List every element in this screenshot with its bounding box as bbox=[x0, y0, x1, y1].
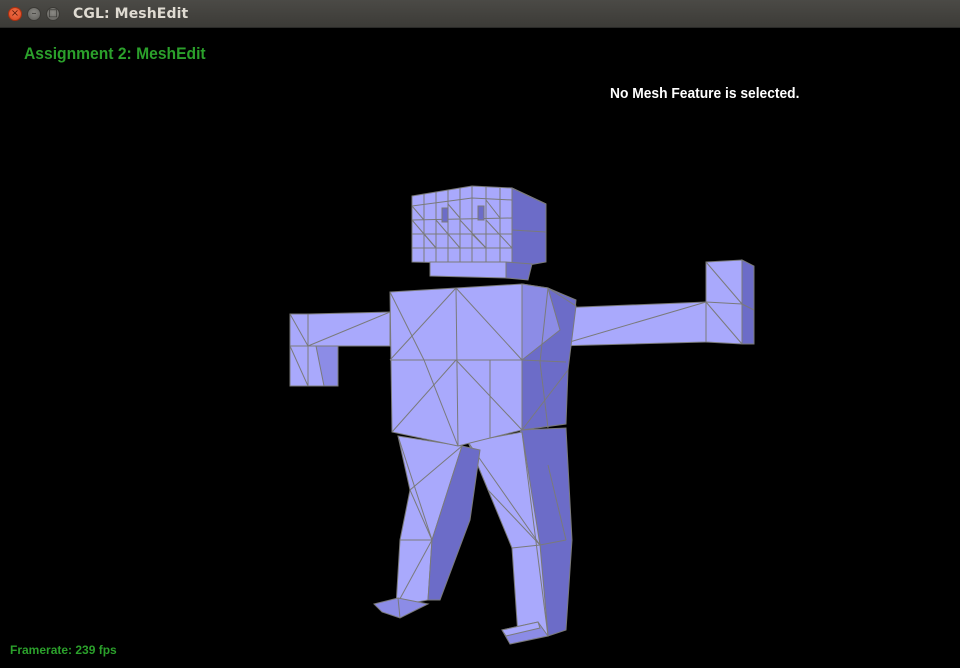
selection-status: No Mesh Feature is selected. bbox=[610, 85, 800, 102]
title-bar[interactable]: × – □ CGL: MeshEdit bbox=[0, 0, 960, 28]
app-window: × – □ CGL: MeshEdit Assignment 2: MeshEd… bbox=[0, 0, 960, 668]
framerate-readout: Framerate: 239 fps bbox=[10, 643, 117, 657]
render-viewport[interactable]: Assignment 2: MeshEdit No Mesh Feature i… bbox=[0, 28, 960, 668]
head-front bbox=[411, 185, 513, 265]
left-eye bbox=[441, 207, 449, 223]
robot-mesh[interactable] bbox=[0, 28, 960, 668]
head-side bbox=[511, 187, 547, 269]
neck bbox=[429, 261, 507, 279]
close-window-button[interactable]: × bbox=[8, 7, 22, 21]
maximize-icon: □ bbox=[48, 8, 58, 19]
minimize-icon: – bbox=[31, 8, 37, 19]
right-eye bbox=[477, 205, 485, 221]
maximize-window-button[interactable]: □ bbox=[46, 7, 60, 21]
close-icon: × bbox=[10, 8, 20, 19]
minimize-window-button[interactable]: – bbox=[27, 7, 41, 21]
assignment-heading: Assignment 2: MeshEdit bbox=[24, 44, 206, 63]
left-hand-back bbox=[289, 313, 309, 387]
window-title: CGL: MeshEdit bbox=[73, 6, 189, 22]
